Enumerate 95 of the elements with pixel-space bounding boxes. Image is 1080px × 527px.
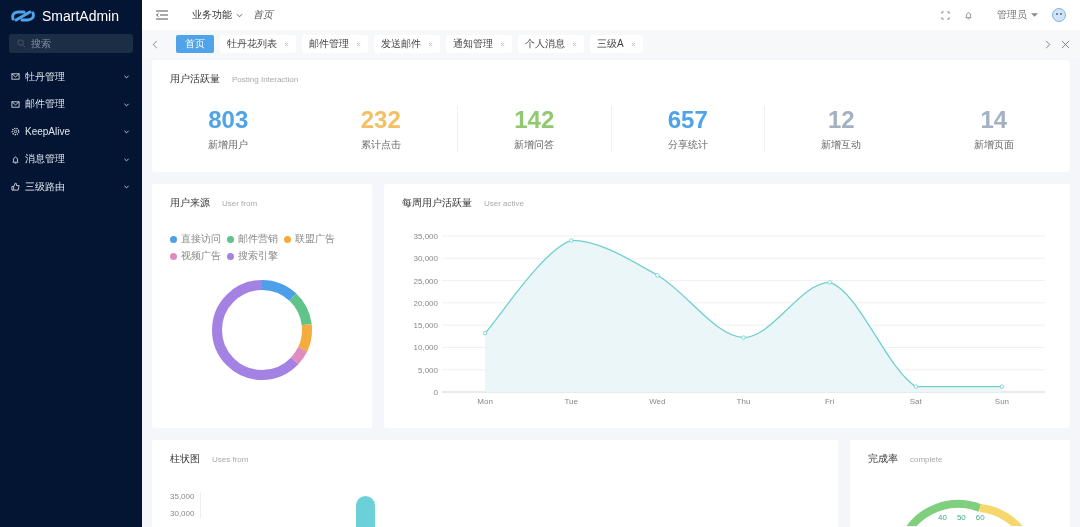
legend-label: 联盟广告 <box>295 232 335 246</box>
sidebar-item[interactable]: KeepAlive <box>0 118 142 146</box>
mail-icon <box>11 99 20 109</box>
tab[interactable]: 三级A <box>590 35 643 53</box>
thumb-icon <box>11 182 20 192</box>
stat-label: 新增页面 <box>973 138 1014 152</box>
axis-label: 10,000 <box>413 343 438 353</box>
avatar-icon[interactable] <box>1052 8 1066 22</box>
bell-icon[interactable] <box>964 10 973 20</box>
axis-label: 35,000 <box>170 492 195 501</box>
stat-value: 803 <box>208 106 249 134</box>
business-menu[interactable]: 业务功能 <box>192 8 243 22</box>
card-subtitle: Posting Interaction <box>232 75 299 84</box>
logo-icon <box>10 9 36 23</box>
data-point <box>913 384 918 389</box>
data-point <box>741 335 746 340</box>
axis-label: Wed <box>649 397 666 406</box>
tab[interactable]: 个人消息 <box>518 35 584 53</box>
data-point <box>482 330 488 336</box>
chevron-icon <box>123 73 130 81</box>
axis-label: Sat <box>909 397 922 406</box>
tab[interactable]: 发送邮件 <box>374 35 440 53</box>
axis-label: Mon <box>477 397 493 406</box>
axis-label: 30,000 <box>170 509 195 518</box>
card-title: 完成率 <box>868 452 898 466</box>
chevron-icon <box>236 12 243 18</box>
axis-label: 5,000 <box>417 365 438 375</box>
stat-label: 新增问答 <box>514 138 555 152</box>
close-icon[interactable] <box>284 41 289 47</box>
data-point <box>999 384 1005 389</box>
close-icon[interactable] <box>572 41 577 47</box>
stat-label: 新增用户 <box>208 138 249 152</box>
sidebar-item[interactable]: 牡丹管理 <box>0 63 142 91</box>
card-title: 用户来源 <box>170 196 210 210</box>
card-title: 用户活跃量 <box>170 72 220 86</box>
stat-value: 14 <box>980 106 1008 134</box>
close-icon[interactable] <box>428 41 433 47</box>
caret-icon <box>1031 13 1038 17</box>
legend-label: 直接访问 <box>181 232 221 246</box>
close-icon[interactable] <box>630 41 636 47</box>
sidebar-item[interactable]: 消息管理 <box>0 145 142 173</box>
card-subtitle: complete <box>910 455 943 464</box>
axis-label: Fri <box>825 397 835 406</box>
data-point <box>827 280 832 285</box>
stat-value: 232 <box>360 106 401 134</box>
search-icon <box>17 39 26 48</box>
data-point <box>655 273 660 278</box>
stat-value: 142 <box>514 106 555 134</box>
axis-label: 20,000 <box>413 298 438 308</box>
axis-label: 25,000 <box>413 276 438 286</box>
gauge-label: 40 <box>938 513 947 522</box>
scroll-left-icon[interactable] <box>152 39 158 49</box>
tab[interactable]: 邮件管理 <box>302 35 368 53</box>
gauge-label: 60 <box>975 513 985 522</box>
mail-icon <box>11 72 20 82</box>
close-icon[interactable] <box>500 41 505 47</box>
card-subtitle: Uses from <box>212 455 249 464</box>
chevron-icon <box>123 128 130 136</box>
chevron-icon <box>123 183 130 191</box>
stat-label: 累计点击 <box>360 138 401 152</box>
stat-value: 12 <box>827 106 855 134</box>
breadcrumb[interactable]: 首页 <box>253 8 273 22</box>
close-icon[interactable] <box>1061 39 1070 49</box>
sidebar-item[interactable]: 邮件管理 <box>0 90 142 118</box>
search-field[interactable]: 搜索 <box>9 34 133 53</box>
gear-icon <box>11 127 20 137</box>
legend-label: 视频广告 <box>181 249 221 263</box>
axis-label: Sun <box>994 397 1010 406</box>
card-subtitle: User active <box>484 199 524 208</box>
card-title: 每周用户活跃量 <box>402 196 472 210</box>
gauge-label: 50 <box>956 513 966 522</box>
sidebar-item[interactable]: 三级路由 <box>0 173 142 201</box>
stat-label: 新增互动 <box>821 138 862 152</box>
card-title: 柱状图 <box>170 452 200 466</box>
fullscreen-icon[interactable] <box>941 10 950 20</box>
axis-label: Tue <box>564 397 578 406</box>
legend-label: 邮件营销 <box>238 232 278 246</box>
bell-icon <box>11 154 20 164</box>
tab[interactable]: 牡丹花列表 <box>220 35 296 53</box>
data-point <box>569 238 574 243</box>
stat-label: 分享统计 <box>667 138 708 152</box>
close-icon[interactable] <box>356 41 361 47</box>
tab[interactable]: 通知管理 <box>446 35 512 53</box>
app-logo: SmartAdmin <box>42 8 120 24</box>
scroll-right-icon[interactable] <box>1045 39 1051 49</box>
axis-label: 0 <box>433 388 438 397</box>
axis-label: 30,000 <box>413 254 438 264</box>
axis-label: 35,000 <box>413 232 438 241</box>
axis-label: Thu <box>736 397 751 406</box>
axis-label: 15,000 <box>413 321 438 331</box>
user-menu[interactable]: 管理员 <box>997 8 1027 22</box>
menu-icon[interactable] <box>156 10 168 20</box>
legend-label: 搜索引擎 <box>238 249 278 263</box>
card-subtitle: User from <box>222 199 258 208</box>
stat-value: 657 <box>667 106 708 134</box>
